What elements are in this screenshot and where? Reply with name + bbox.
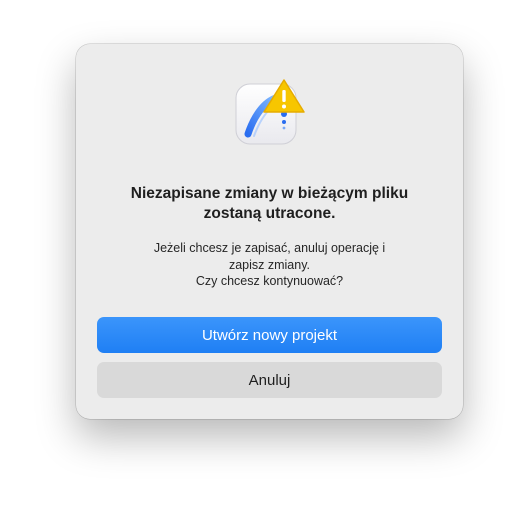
dialog-message-line3: Czy chcesz kontynuować? [195,274,344,288]
dialog-message-line1: Jeżeli chcesz je zapisać, anuluj operacj… [153,241,386,255]
dialog-title-line1: Niezapisane zmiany w bieżącym pliku [130,185,409,202]
dialog-message: Jeżeli chcesz je zapisać, anuluj operacj… [96,240,443,290]
dialog-message-line2: zapisz zmiany. [228,257,311,272]
cancel-button[interactable]: Anuluj [97,362,442,398]
dialog-title-line2: zostaną utracone. [203,205,336,222]
create-new-project-button[interactable]: Utwórz nowy projekt [97,317,442,353]
dialog-title: Niezapisane zmiany w bieżącym pliku zost… [96,184,443,224]
alert-dialog: Niezapisane zmiany w bieżącym pliku zost… [76,44,463,419]
app-icon [235,79,305,145]
